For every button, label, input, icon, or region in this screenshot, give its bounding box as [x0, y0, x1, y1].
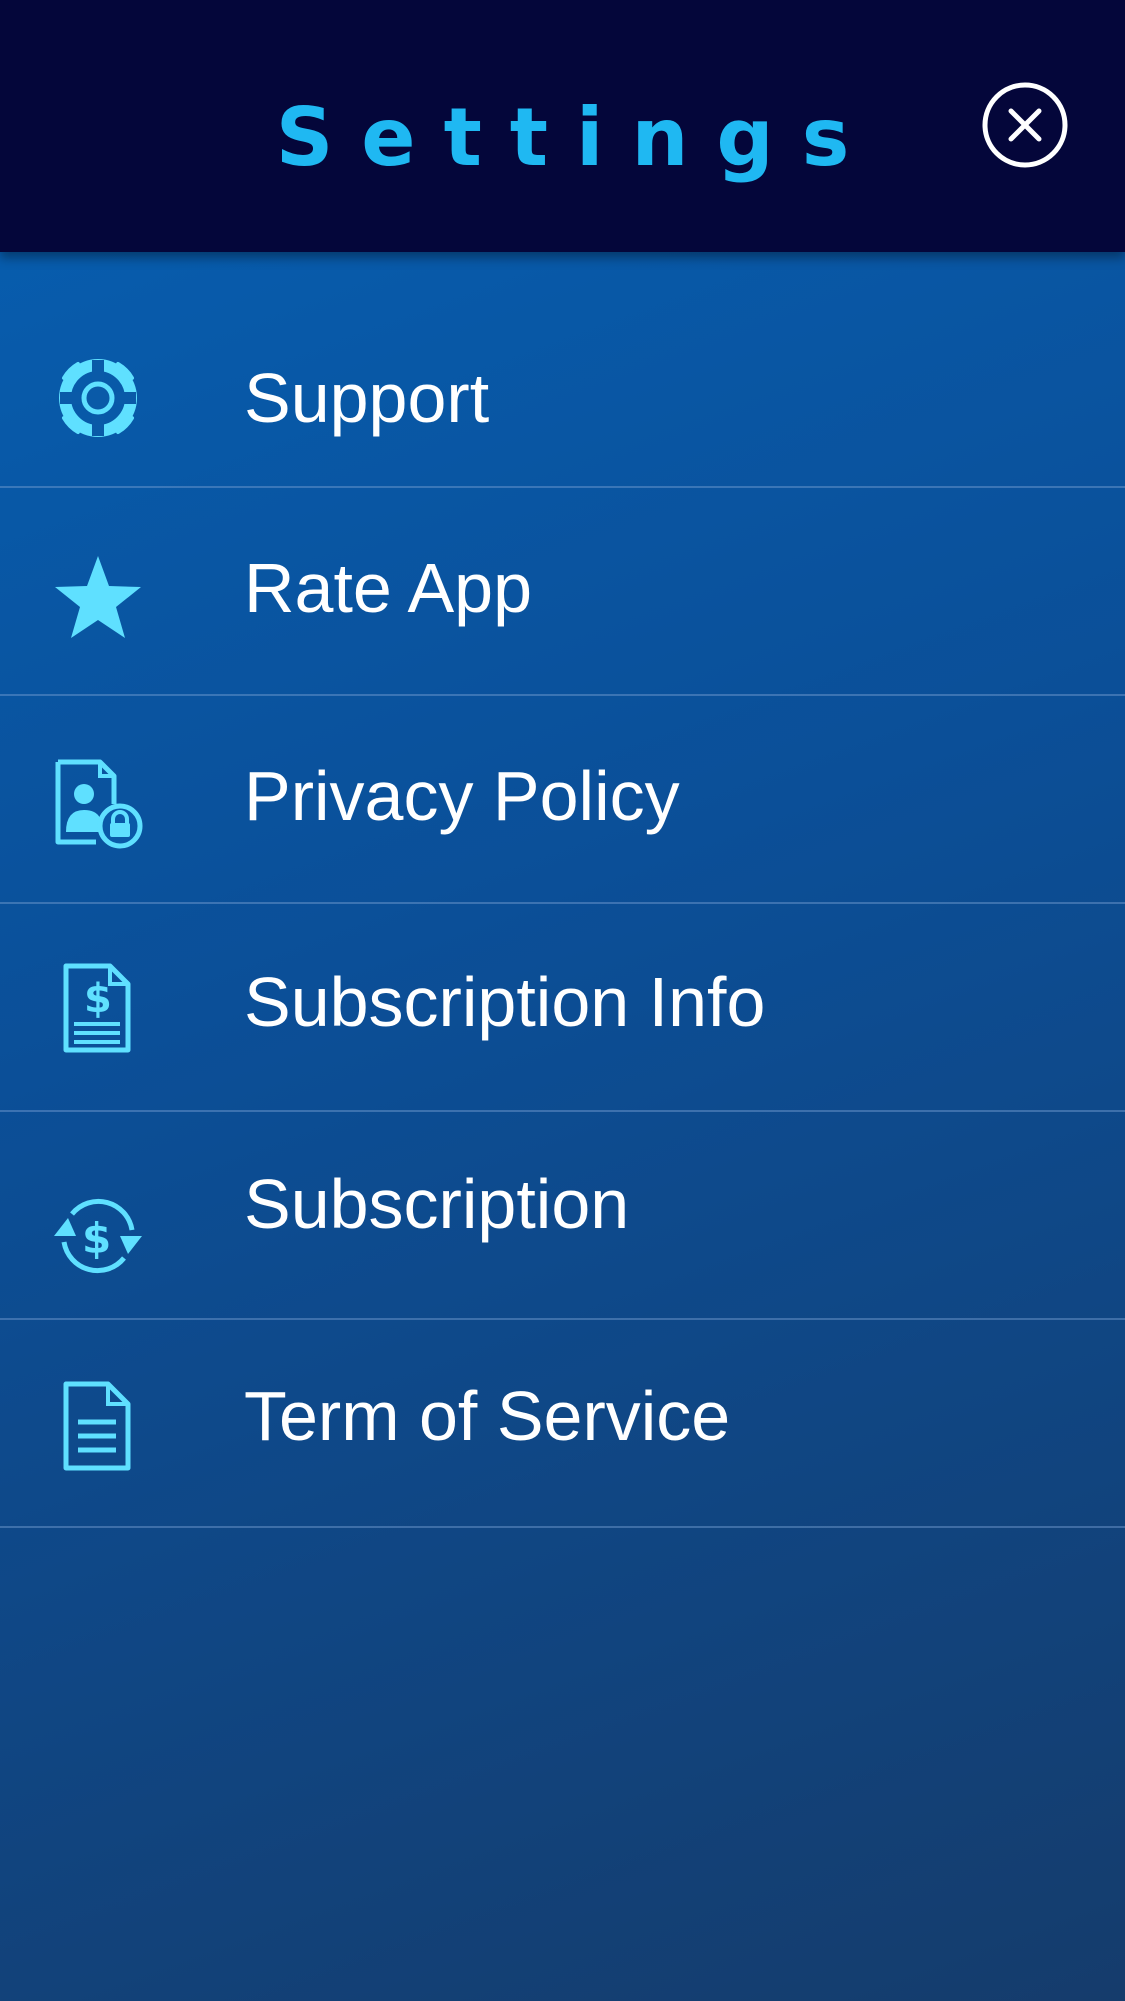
menu-item-rate-app[interactable]: Rate App: [0, 488, 1125, 696]
menu-item-label: Term of Service: [244, 1377, 731, 1455]
menu-item-label: Subscription: [244, 1165, 630, 1243]
menu-item-support[interactable]: Support: [0, 280, 1125, 488]
menu-item-label: Support: [244, 359, 490, 437]
menu-item-privacy-policy[interactable]: Privacy Policy: [0, 696, 1125, 904]
star-icon: [55, 556, 141, 638]
settings-screen: Settings Support Rate App Privacy Policy…: [0, 0, 1125, 2001]
menu-item-label: Subscription Info: [244, 963, 766, 1041]
menu-item-label: Privacy Policy: [244, 757, 680, 835]
menu-item-term-of-service[interactable]: Term of Service: [0, 1320, 1125, 1528]
lifebuoy-icon: [59, 359, 137, 437]
menu-item-subscription[interactable]: $ Subscription: [0, 1112, 1125, 1320]
svg-text:$: $: [84, 976, 112, 1022]
recurring-dollar-icon: $: [54, 1198, 142, 1274]
privacy-document-lock-icon: [55, 759, 143, 849]
menu-item-subscription-info[interactable]: $ Subscription Info: [0, 904, 1125, 1112]
close-button[interactable]: [982, 82, 1068, 168]
settings-menu: Support Rate App Privacy Policy $ Subscr…: [0, 280, 1125, 1528]
menu-item-label: Rate App: [244, 549, 532, 627]
page-title: Settings: [275, 91, 878, 184]
invoice-dollar-icon: $: [63, 963, 131, 1053]
document-icon: [63, 1381, 131, 1471]
header-bar: Settings: [0, 0, 1125, 252]
svg-text:$: $: [82, 1214, 111, 1263]
close-circle-icon: [982, 82, 1068, 168]
